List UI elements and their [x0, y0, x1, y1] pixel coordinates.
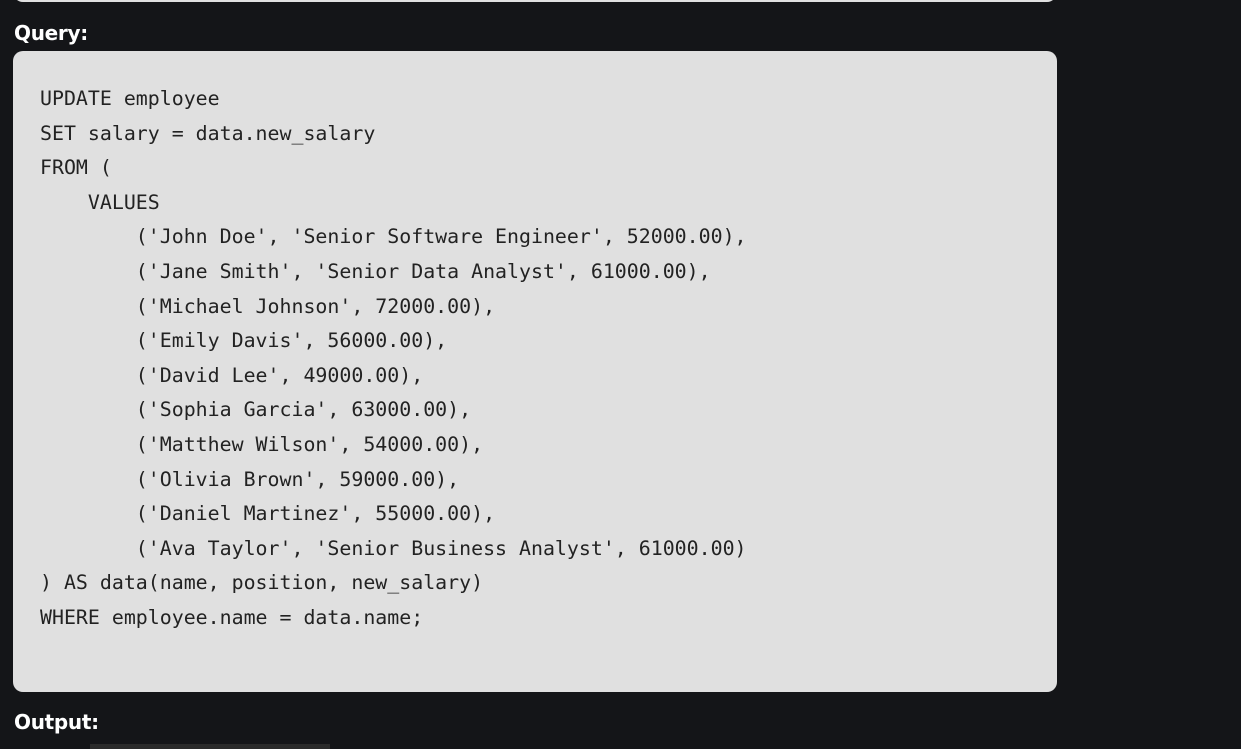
output-content-edge — [90, 744, 330, 749]
query-code-block: UPDATE employee SET salary = data.new_sa… — [13, 51, 1057, 692]
output-label: Output: — [14, 710, 99, 734]
query-code: UPDATE employee SET salary = data.new_sa… — [40, 87, 747, 629]
previous-code-block — [13, 0, 1057, 2]
query-label: Query: — [14, 21, 88, 45]
